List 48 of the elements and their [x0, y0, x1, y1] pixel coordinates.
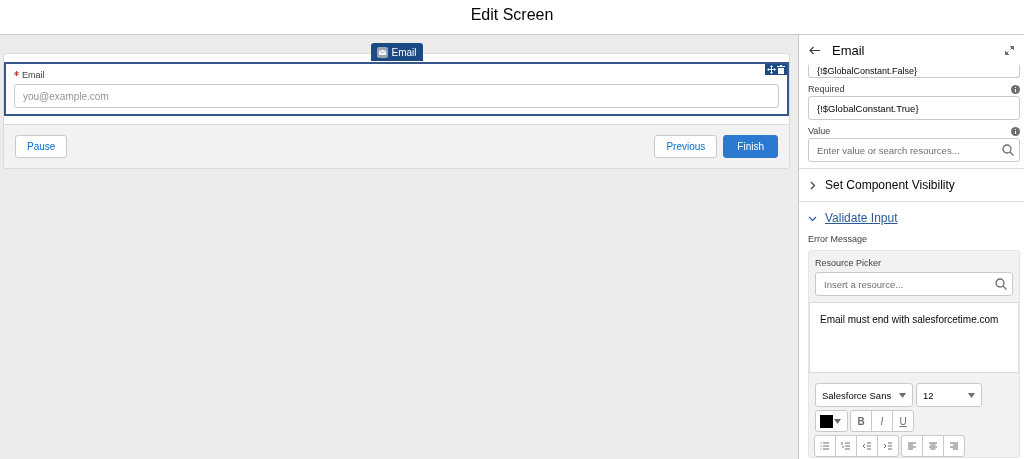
format-button[interactable]: I: [871, 410, 893, 432]
outdent-icon: [862, 441, 872, 451]
nav-button[interactable]: Pause: [15, 135, 68, 158]
align-right-icon: [949, 441, 959, 451]
section-header[interactable]: Validate Input: [799, 201, 1024, 234]
delete-icon[interactable]: [777, 65, 785, 74]
color-swatch-icon: [820, 414, 833, 428]
back-arrow-icon[interactable]: [809, 45, 820, 55]
finish-button[interactable]: Finish: [723, 135, 778, 158]
font-family-select[interactable]: Salesforce Sans: [815, 383, 913, 407]
rich-text-area[interactable]: Email must end with salesforcetime.com: [809, 302, 1019, 373]
field-label: Error Message: [808, 234, 869, 244]
component-tab[interactable]: Email: [370, 43, 423, 61]
component-tab-label: Email: [391, 46, 417, 58]
align-center-icon: [928, 441, 938, 451]
caret-icon: [968, 392, 975, 398]
nav-button[interactable]: Previous: [654, 135, 718, 158]
input-field[interactable]: {!$GlobalConstant.True}: [808, 96, 1020, 120]
numbered-list-icon: [841, 441, 851, 451]
indent-icon: [883, 441, 893, 451]
section-title: Set Component Visibility: [825, 178, 955, 192]
format-button[interactable]: U: [892, 410, 914, 432]
email-component[interactable]: Email you@example.com: [4, 62, 789, 116]
search-icon: [995, 278, 1007, 290]
align-left-icon: [907, 441, 917, 451]
field-label: Resource Picker: [814, 257, 883, 270]
text-color-button[interactable]: [815, 410, 848, 432]
format-button[interactable]: B: [850, 410, 872, 432]
field-label: Email: [14, 70, 45, 80]
section-header[interactable]: Set Component Visibility: [799, 168, 1024, 201]
caret-icon: [899, 392, 906, 398]
panel-title: Email: [832, 42, 865, 58]
caret-icon: [834, 418, 841, 424]
input-field[interactable]: {!$GlobalConstant.False}: [808, 65, 1020, 78]
field-label: Value: [808, 126, 831, 136]
section-title: Validate Input: [825, 211, 898, 225]
info-icon[interactable]: [1011, 126, 1020, 136]
email-icon: [376, 46, 388, 58]
font-size-select[interactable]: 12: [916, 383, 982, 407]
field-label: Required: [808, 84, 845, 94]
chevron-icon: [808, 180, 817, 190]
page-title: Edit Screen: [470, 6, 554, 24]
expand-icon[interactable]: [1005, 45, 1014, 55]
info-icon[interactable]: [1011, 84, 1020, 94]
search-field[interactable]: Enter value or search resources...: [808, 138, 1020, 162]
bullet-list-icon: [820, 441, 830, 451]
move-icon[interactable]: [767, 65, 776, 74]
resource-search-field[interactable]: Insert a resource...: [815, 272, 1013, 296]
